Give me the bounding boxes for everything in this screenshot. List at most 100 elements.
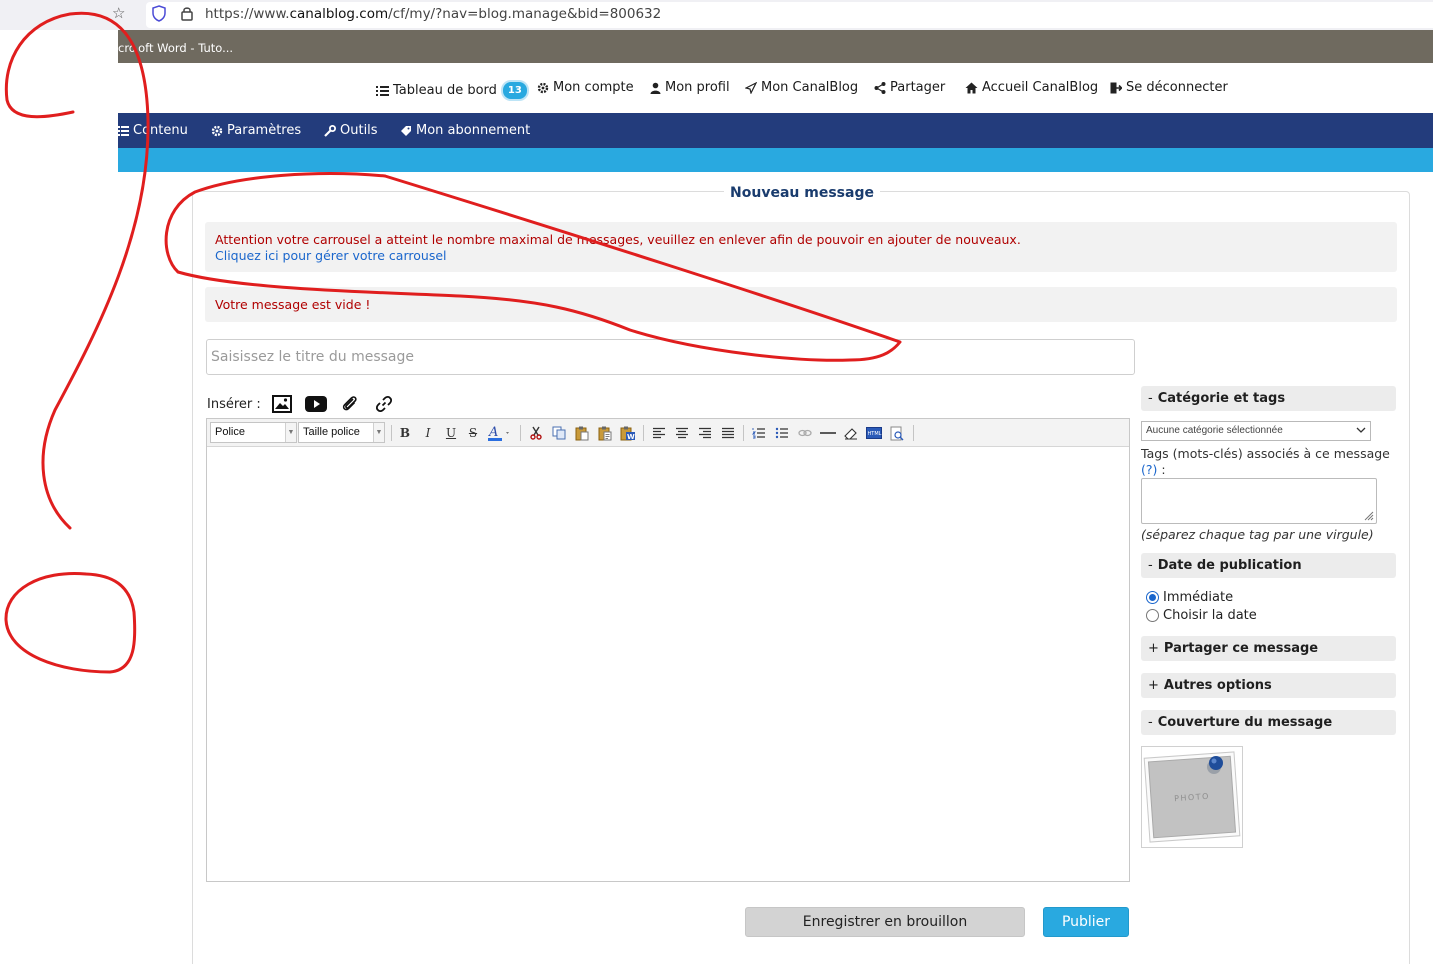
- accent-bar: [118, 148, 1433, 172]
- align-left-icon[interactable]: [650, 424, 668, 442]
- paste-text-icon[interactable]: [596, 424, 614, 442]
- logout-icon: [1110, 82, 1122, 93]
- attach-file-icon[interactable]: [337, 393, 363, 415]
- menu-settings[interactable]: Paramètres: [211, 123, 301, 138]
- tags-help-link[interactable]: (?): [1141, 462, 1157, 477]
- nav-profile[interactable]: Mon profil: [650, 80, 730, 95]
- tag-icon: [401, 125, 411, 136]
- menu-subscription-label: Mon abonnement: [416, 123, 531, 138]
- panel-title-wrap: Nouveau message: [193, 182, 1411, 201]
- ordered-list-icon[interactable]: [750, 424, 768, 442]
- tags-hint: (séparez chaque tag par une virgule): [1141, 527, 1374, 542]
- publish-button[interactable]: Publier: [1043, 907, 1129, 937]
- preview-icon[interactable]: [888, 424, 906, 442]
- chevron-down-icon: [1356, 427, 1366, 433]
- insert-link-icon[interactable]: [371, 393, 397, 415]
- nav-my-canalblog-label: Mon CanalBlog: [761, 80, 859, 95]
- menu-content-label: Contenu: [133, 123, 188, 138]
- cut-icon[interactable]: [527, 424, 545, 442]
- list-icon: [376, 85, 389, 96]
- empty-message-text: Votre message est vide !: [215, 297, 371, 312]
- empty-message-alert: Votre message est vide !: [205, 287, 1397, 322]
- html-source-icon[interactable]: HTML: [865, 424, 883, 442]
- paste-word-icon[interactable]: W: [619, 424, 637, 442]
- share-message-header[interactable]: + Partager ce message: [1141, 636, 1396, 661]
- horizontal-rule-icon[interactable]: [819, 424, 837, 442]
- font-select[interactable]: Police ▼: [210, 422, 297, 443]
- nav-dashboard[interactable]: Tableau de bord 13: [376, 80, 529, 101]
- publication-date-label: Date de publication: [1157, 558, 1302, 573]
- align-justify-icon[interactable]: [719, 424, 737, 442]
- tags-colon: :: [1157, 462, 1166, 477]
- url-domain: canalblog.com: [289, 6, 389, 22]
- home-icon: [965, 82, 978, 93]
- radio-choose-date-label: Choisir la date: [1163, 608, 1257, 623]
- top-navigation: Tableau de bord 13 Mon compte Mon profil…: [118, 63, 1433, 113]
- url-text[interactable]: https://www.canalblog.com/cf/my/?nav=blo…: [205, 6, 661, 22]
- paste-icon[interactable]: [573, 424, 591, 442]
- nav-account[interactable]: Mon compte: [537, 80, 634, 95]
- category-select[interactable]: Aucune catégorie sélectionnée: [1141, 421, 1371, 441]
- collapse-sign: -: [1148, 558, 1153, 573]
- radio-choose-date[interactable]: Choisir la date: [1146, 608, 1257, 623]
- tags-textarea[interactable]: [1141, 478, 1377, 524]
- unlink-icon[interactable]: [796, 424, 814, 442]
- font-size-select[interactable]: Taille police ▼: [298, 422, 385, 443]
- underline-icon[interactable]: U: [442, 424, 460, 442]
- category-select-value: Aucune catégorie sélectionnée: [1146, 425, 1283, 436]
- nav-profile-label: Mon profil: [665, 80, 730, 95]
- resize-grip-icon[interactable]: [1362, 509, 1374, 521]
- radio-immediate-label: Immédiate: [1163, 590, 1234, 605]
- save-draft-button[interactable]: Enregistrer en brouillon: [745, 907, 1025, 937]
- radio-unchecked-icon[interactable]: [1146, 609, 1159, 622]
- copy-icon[interactable]: [550, 424, 568, 442]
- rich-text-editor: Police ▼ Taille police ▼ B I U S A W HTM…: [206, 418, 1130, 882]
- editor-toolbar: Police ▼ Taille police ▼ B I U S A W HTM…: [207, 419, 1129, 447]
- strikethrough-icon[interactable]: S: [464, 424, 482, 442]
- browser-url-bar: ☆ https://www.canalblog.com/cf/my/?nav=b…: [0, 0, 1433, 30]
- italic-icon[interactable]: I: [419, 424, 437, 442]
- nav-share[interactable]: Partager: [874, 80, 945, 95]
- other-options-header[interactable]: + Autres options: [1141, 673, 1396, 698]
- align-right-icon[interactable]: [696, 424, 714, 442]
- wrench-icon: [324, 124, 336, 137]
- notification-badge[interactable]: 13: [500, 80, 529, 101]
- categories-tags-header[interactable]: - Catégorie et tags: [1141, 386, 1396, 411]
- bold-icon[interactable]: B: [396, 424, 414, 442]
- menu-tools[interactable]: Outils: [324, 123, 378, 138]
- text-color-icon[interactable]: A: [487, 424, 513, 442]
- user-icon: [650, 82, 661, 94]
- radio-immediate[interactable]: Immédiate: [1146, 590, 1233, 605]
- menu-subscription[interactable]: Mon abonnement: [400, 123, 530, 138]
- font-size-select-value: Taille police: [303, 426, 360, 438]
- align-center-icon[interactable]: [673, 424, 691, 442]
- bullet-list-icon[interactable]: [773, 424, 791, 442]
- bookmark-star-icon[interactable]: ☆: [112, 4, 125, 22]
- bookmark-item[interactable]: cro oft Word - Tuto...: [118, 41, 233, 55]
- insert-image-icon[interactable]: [269, 393, 295, 415]
- nav-my-canalblog[interactable]: Mon CanalBlog: [745, 80, 858, 95]
- insert-video-icon[interactable]: [303, 393, 329, 415]
- eraser-icon[interactable]: [842, 424, 860, 442]
- send-icon: [745, 81, 757, 94]
- cover-image-picker[interactable]: PHOTO: [1141, 746, 1243, 848]
- tracking-shield-icon[interactable]: [152, 5, 166, 22]
- nav-dashboard-label: Tableau de bord: [393, 83, 497, 98]
- nav-logout[interactable]: Se déconnecter: [1110, 80, 1228, 95]
- font-select-value: Police: [215, 426, 245, 438]
- cover-header[interactable]: - Couverture du message: [1141, 710, 1396, 735]
- menu-content[interactable]: Contenu: [118, 123, 188, 138]
- svg-text:W: W: [627, 433, 635, 441]
- publication-date-header[interactable]: - Date de publication: [1141, 553, 1396, 578]
- message-title-input[interactable]: [206, 339, 1135, 375]
- editor-content-area[interactable]: [207, 448, 1129, 881]
- toolbar-separator: [520, 425, 521, 441]
- expand-sign: +: [1148, 641, 1159, 656]
- main-menu: Contenu Paramètres Outils Mon abonnement: [118, 113, 1433, 148]
- manage-carousel-link[interactable]: Cliquez ici pour gérer votre carrousel: [215, 248, 1387, 263]
- menu-tools-label: Outils: [340, 123, 378, 138]
- nav-home[interactable]: Accueil CanalBlog: [965, 80, 1098, 95]
- nav-logout-label: Se déconnecter: [1126, 80, 1228, 95]
- lock-icon[interactable]: [180, 5, 194, 22]
- radio-checked-icon[interactable]: [1146, 591, 1159, 604]
